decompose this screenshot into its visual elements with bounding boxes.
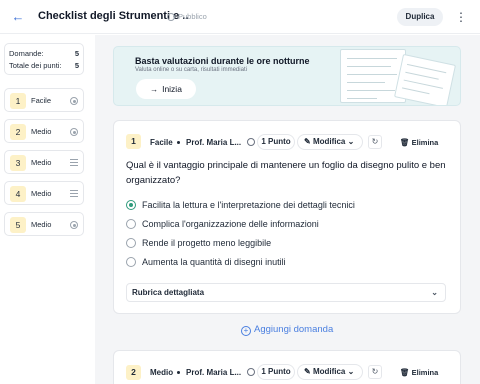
- radio-selected-icon[interactable]: [126, 200, 136, 210]
- radio-icon[interactable]: [126, 238, 136, 248]
- add-question-button[interactable]: + Aggiungi domanda: [241, 324, 333, 336]
- delete-label: Elimina: [411, 138, 439, 147]
- top-bar: ← Checklist degli Strumenti e .. Pubblic…: [0, 0, 480, 34]
- refresh-icon[interactable]: ↻: [368, 365, 382, 379]
- question-difficulty-label: Medio: [31, 220, 52, 229]
- start-button[interactable]: → Inizia: [136, 79, 196, 99]
- separator-dot: [177, 141, 180, 144]
- edit-label: Modifica: [312, 367, 346, 376]
- option-text: Complica l'organizzazione delle informaz…: [142, 219, 319, 229]
- start-button-label: Inizia: [162, 84, 182, 94]
- question-difficulty-label: Facile: [31, 96, 52, 105]
- edit-dropdown[interactable]: ✎ Modifica ⌄: [297, 134, 363, 150]
- question-number-badge: 5: [10, 217, 26, 233]
- delete-button[interactable]: 🗑 Elimina: [400, 368, 438, 377]
- chevron-down-icon: ⌄: [347, 367, 355, 376]
- question-difficulty-label: Medio: [31, 127, 52, 136]
- more-options-icon[interactable]: ⋮: [455, 8, 467, 26]
- question-difficulty: Facile: [150, 138, 173, 147]
- sidebar-question-1[interactable]: 1 Facile: [4, 88, 84, 112]
- clock-icon: [247, 138, 255, 146]
- visibility-status: Pubblico: [167, 12, 207, 21]
- radio-icon: [70, 128, 78, 136]
- question-number-badge: 2: [126, 365, 141, 380]
- question-number-badge: 2: [10, 124, 26, 140]
- points-selector[interactable]: 1 Punto: [257, 364, 295, 380]
- add-question-label: Aggiungi domanda: [254, 324, 334, 335]
- question-difficulty-label: Medio: [31, 158, 52, 167]
- delete-label: Elimina: [411, 368, 439, 377]
- points-selector[interactable]: 1 Punto: [257, 134, 295, 150]
- rubric-label: Rubrica dettagliata: [132, 288, 205, 297]
- visibility-label: Pubblico: [178, 12, 207, 21]
- edit-label: Modifica: [312, 137, 346, 146]
- back-arrow-icon[interactable]: ←: [10, 9, 26, 25]
- question-number-badge: 4: [10, 186, 26, 202]
- radio-icon[interactable]: [126, 219, 136, 229]
- banner-subtitle: Valuta online o su carta, risultati imme…: [135, 67, 247, 73]
- page-title: Checklist degli Strumenti e ..: [38, 10, 189, 22]
- clock-icon: [247, 368, 255, 376]
- quiz-stats: Domande: 5 Totale dei punti: 5: [4, 43, 84, 75]
- trash-icon: 🗑: [400, 368, 410, 377]
- radio-icon: [70, 221, 78, 229]
- chevron-down-icon: ⌄: [347, 137, 355, 146]
- chevron-down-icon: ⌄: [431, 288, 438, 297]
- refresh-icon[interactable]: ↻: [368, 135, 382, 149]
- question-author: Prof. Maria L...: [186, 138, 242, 147]
- question-number-badge: 3: [10, 155, 26, 171]
- sidebar-question-4[interactable]: 4 Medio: [4, 181, 84, 205]
- questions-count-label: Domande:: [9, 49, 44, 58]
- rubric-dropdown[interactable]: Rubrica dettagliata ⌄: [126, 283, 446, 302]
- option-text: Aumenta la quantità di disegni inutili: [142, 257, 286, 267]
- total-points-value: 5: [74, 61, 79, 70]
- question-difficulty-label: Medio: [31, 189, 52, 198]
- promo-banner: Basta valutazioni durante le ore notturn…: [113, 46, 461, 106]
- total-points-label: Totale dei punti:: [9, 61, 62, 70]
- trash-icon: 🗑: [400, 138, 410, 147]
- plus-circle-icon: +: [241, 326, 251, 336]
- banner-title: Basta valutazioni durante le ore notturn…: [135, 56, 310, 66]
- radio-icon[interactable]: [126, 257, 136, 267]
- sidebar-question-5[interactable]: 5 Medio: [4, 212, 84, 236]
- delete-button[interactable]: 🗑 Elimina: [400, 138, 438, 147]
- globe-icon: [167, 12, 175, 21]
- lines-icon: [70, 190, 78, 197]
- duplicate-button[interactable]: Duplica: [397, 8, 443, 26]
- option-text: Rende il progetto meno leggibile: [142, 238, 272, 248]
- questions-count-value: 5: [74, 49, 79, 58]
- arrow-right-icon: →: [150, 85, 159, 94]
- question-text: Qual è il vantaggio principale di manten…: [126, 160, 446, 186]
- lines-icon: [70, 159, 78, 166]
- question-difficulty: Medio: [150, 368, 174, 377]
- question-author: Prof. Maria L...: [186, 368, 242, 377]
- separator-dot: [177, 371, 180, 374]
- edit-dropdown[interactable]: ✎ Modifica ⌄: [297, 364, 363, 380]
- sidebar-question-2[interactable]: 2 Medio: [4, 119, 84, 143]
- pencil-icon: ✎: [304, 367, 311, 376]
- question-number-badge: 1: [10, 93, 26, 109]
- pencil-icon: ✎: [304, 137, 311, 146]
- radio-icon: [70, 97, 78, 105]
- sidebar-question-3[interactable]: 3 Medio: [4, 150, 84, 174]
- option-text: Facilita la lettura e l'interpretazione …: [142, 200, 355, 210]
- question-number-badge: 1: [126, 134, 141, 149]
